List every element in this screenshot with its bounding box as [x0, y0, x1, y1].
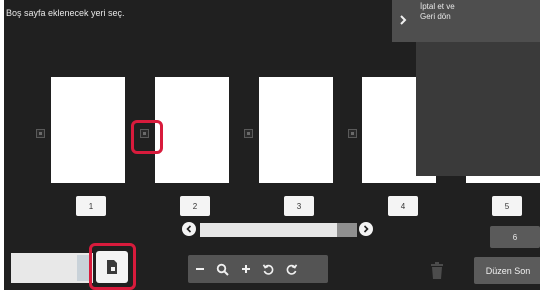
plus-icon — [241, 265, 250, 273]
screen: Boş sayfa eklenecek yeri seç. 1 2 3 4 5 … — [4, 0, 540, 290]
page-thumbnail[interactable] — [155, 77, 229, 183]
insert-slot[interactable] — [244, 129, 253, 138]
zoom-button[interactable] — [211, 255, 234, 283]
scroll-right-button[interactable] — [359, 222, 373, 236]
finish-editing-button[interactable]: Düzen Son — [474, 257, 540, 284]
insert-slot[interactable] — [348, 129, 357, 138]
page-number-label: 3 — [284, 196, 314, 216]
minus-icon — [195, 268, 204, 270]
chevron-right-icon — [363, 225, 369, 233]
zoom-in-button[interactable] — [234, 255, 257, 283]
rotate-left-button[interactable] — [257, 255, 280, 283]
chevron-left-icon — [186, 225, 192, 233]
zoom-out-button[interactable] — [188, 255, 211, 283]
page-scrollbar-thumb[interactable] — [200, 223, 337, 237]
scroll-left-button[interactable] — [182, 222, 196, 236]
cancel-panel-body — [416, 42, 540, 176]
thumbnail-strip[interactable] — [11, 253, 93, 283]
zoom-icon — [216, 263, 229, 276]
cancel-panel: İptal et ve Geri dön — [392, 0, 540, 176]
rotate-left-icon — [262, 263, 274, 275]
page-thumbnail[interactable] — [51, 77, 125, 183]
zoom-toolbar — [188, 255, 328, 283]
cancel-and-back-button[interactable]: İptal et ve Geri dön — [392, 0, 540, 42]
page-thumbnail[interactable] — [259, 77, 333, 183]
page-number-label: 2 — [180, 196, 210, 216]
rotate-right-icon — [286, 263, 298, 275]
cancel-and-back-label: İptal et ve Geri dön — [420, 2, 455, 21]
rotate-right-button[interactable] — [280, 255, 303, 283]
highlight-insert-slot — [131, 120, 163, 154]
highlight-insert-blank-page-button — [89, 243, 136, 290]
page-number-label: 1 — [76, 196, 106, 216]
chevron-right-icon — [400, 15, 407, 25]
insert-slot[interactable] — [36, 129, 45, 138]
page-number-label: 5 — [492, 196, 522, 216]
trash-icon[interactable] — [430, 262, 444, 280]
page-6-button[interactable]: 6 — [490, 226, 540, 248]
page-scrollbar[interactable] — [200, 223, 357, 237]
page-number-label: 4 — [388, 196, 418, 216]
instruction-text: Boş sayfa eklenecek yeri seç. — [6, 8, 125, 18]
